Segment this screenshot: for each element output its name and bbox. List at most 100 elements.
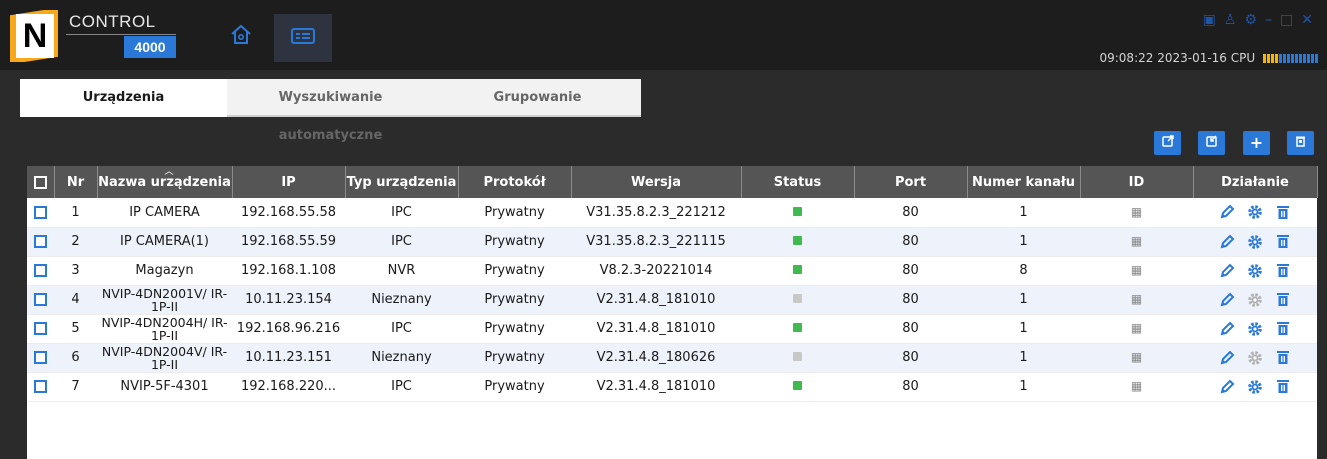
tab-auto-search[interactable]: Wyszukiwanie automatyczne	[227, 79, 434, 143]
row-checkbox[interactable]	[34, 322, 47, 335]
tab-devices[interactable]: Urządzenia	[20, 79, 227, 117]
row-checkbox[interactable]	[34, 235, 47, 248]
cell-port: 80	[902, 234, 919, 249]
col-channel-number[interactable]: Numer kanału	[967, 166, 1081, 198]
cell-port: 80	[902, 204, 919, 220]
cell-channel-number: 1	[1019, 292, 1028, 307]
cpu-bar	[1295, 53, 1298, 63]
table-row[interactable]: 1 IP CAMERA 192.168.55.58 IPC Prywatny V31.35…	[27, 198, 1317, 227]
minimize-button[interactable]: –	[1265, 12, 1280, 28]
row-checkbox-cell[interactable]	[27, 314, 54, 343]
col-port[interactable]: Port	[854, 166, 968, 198]
qr-code-icon[interactable]: ▦	[1131, 205, 1142, 219]
col-ip[interactable]: IP	[232, 166, 346, 198]
window-controls: ▣♙⚙–□✕	[1203, 12, 1321, 28]
qr-code-icon[interactable]: ▦	[1131, 292, 1142, 306]
delete-icon[interactable]	[1273, 234, 1293, 250]
cell-version: V2.31.4.8_181010	[596, 379, 716, 394]
device-settings-icon[interactable]	[1245, 321, 1265, 337]
close-icon[interactable]: ✕	[1301, 12, 1321, 28]
row-checkbox-cell[interactable]	[27, 343, 54, 372]
screen-icon[interactable]: ▣	[1203, 12, 1224, 28]
edit-icon[interactable]	[1217, 263, 1237, 279]
col-nr[interactable]: Nr	[54, 166, 98, 198]
qr-code-icon[interactable]: ▦	[1131, 263, 1142, 277]
table-row[interactable]: 6 NVIP-4DN2004V/ IR-1P-II 10.11.23.151 Niez…	[27, 343, 1317, 372]
row-checkbox[interactable]	[34, 293, 47, 306]
cell-protocol: Prywatny	[484, 204, 545, 220]
cell-actions	[1193, 343, 1317, 372]
cell-status	[741, 256, 854, 285]
table-row[interactable]: 2 IP CAMERA(1) 192.168.55.59 IPC Prywatny V31…	[27, 227, 1317, 256]
cell-id[interactable]: ▦	[1080, 227, 1193, 256]
edit-icon[interactable]	[1217, 350, 1237, 366]
table-row[interactable]: 3 Magazyn 192.168.1.108 NVR Prywatny V8.2.3-2…	[27, 256, 1317, 285]
cell-id[interactable]: ▦	[1080, 314, 1193, 343]
cell-channel-number: 8	[1019, 263, 1028, 278]
delete-icon[interactable]	[1273, 379, 1293, 395]
delete-icon[interactable]	[1273, 292, 1293, 308]
col-id[interactable]: ID	[1080, 166, 1194, 198]
row-checkbox[interactable]	[34, 351, 47, 364]
col-status[interactable]: Status	[741, 166, 855, 198]
device-settings-icon[interactable]	[1245, 234, 1265, 250]
cell-id[interactable]: ▦	[1080, 198, 1193, 227]
maximize-button[interactable]: □	[1280, 12, 1301, 28]
row-checkbox-cell[interactable]	[27, 227, 54, 256]
delete-icon[interactable]	[1273, 263, 1293, 279]
col-version[interactable]: Wersja	[571, 166, 742, 198]
row-checkbox-cell[interactable]	[27, 256, 54, 285]
cell-id[interactable]: ▦	[1080, 343, 1193, 372]
col-device-type[interactable]: Typ urządzenia	[345, 166, 459, 198]
row-checkbox-cell[interactable]	[27, 285, 54, 314]
add-device-button[interactable]: +	[1243, 131, 1270, 155]
cell-version: V8.2.3-20221014	[599, 263, 713, 278]
cell-actions	[1193, 285, 1317, 314]
row-checkbox-cell[interactable]	[27, 372, 54, 401]
status-indicator	[793, 381, 802, 390]
export-button[interactable]	[1154, 131, 1181, 155]
tab-grouping[interactable]: Grupowanie	[434, 79, 641, 117]
home-nav-button[interactable]	[217, 21, 265, 61]
row-checkbox-cell[interactable]	[27, 198, 54, 227]
row-checkbox[interactable]	[34, 264, 47, 277]
top-bar: N CONTROL 4000 ▣♙⚙–□✕ 09:08:22 2023-01-1…	[0, 0, 1327, 70]
settings-icon[interactable]: ⚙	[1244, 12, 1265, 28]
col-device-name[interactable]: ︿ Nazwa urządzenia	[97, 166, 233, 198]
qr-code-icon[interactable]: ▦	[1131, 321, 1142, 335]
row-checkbox[interactable]	[34, 205, 47, 219]
qr-code-icon[interactable]: ▦	[1131, 234, 1142, 248]
cell-status	[741, 372, 854, 401]
delete-icon[interactable]	[1273, 321, 1293, 337]
cpu-bar	[1283, 53, 1286, 63]
select-all-checkbox[interactable]	[33, 175, 47, 189]
table-row[interactable]: 7 NVIP-5F-4301 192.168.220... IPC Prywatny V2…	[27, 372, 1317, 401]
cell-id[interactable]: ▦	[1080, 256, 1193, 285]
device-settings-icon[interactable]	[1245, 263, 1265, 279]
row-checkbox[interactable]	[34, 380, 47, 393]
edit-icon[interactable]	[1217, 204, 1237, 220]
table-row[interactable]: 4 NVIP-4DN2001V/ IR-1P-II 10.11.23.154 Niez…	[27, 285, 1317, 314]
cell-id[interactable]: ▦	[1080, 372, 1193, 401]
import-button[interactable]	[1198, 131, 1225, 155]
cell-actions	[1193, 372, 1317, 401]
status-line: 09:08:22 2023-01-16 CPU	[1099, 51, 1319, 66]
qr-code-icon[interactable]: ▦	[1131, 350, 1142, 364]
col-protocol[interactable]: Protokół	[458, 166, 572, 198]
edit-icon[interactable]	[1217, 234, 1237, 250]
delete-icon[interactable]	[1273, 350, 1293, 366]
device-settings-icon[interactable]	[1245, 204, 1265, 220]
qr-code-icon[interactable]: ▦	[1131, 379, 1142, 393]
edit-icon[interactable]	[1217, 321, 1237, 337]
table-row[interactable]: 5 NVIP-4DN2004H/ IR-1P-II 192.168.96.216 IP…	[27, 314, 1317, 343]
cpu-bar	[1315, 53, 1318, 63]
edit-icon[interactable]	[1217, 379, 1237, 395]
device-management-nav-button[interactable]	[274, 14, 332, 62]
device-settings-icon[interactable]	[1245, 379, 1265, 395]
user-icon[interactable]: ♙	[1224, 12, 1245, 28]
cell-id[interactable]: ▦	[1080, 285, 1193, 314]
select-all-checkbox-cell[interactable]	[27, 166, 55, 198]
edit-icon[interactable]	[1217, 292, 1237, 308]
delete-devices-button[interactable]	[1287, 131, 1314, 155]
delete-icon[interactable]	[1273, 204, 1293, 220]
